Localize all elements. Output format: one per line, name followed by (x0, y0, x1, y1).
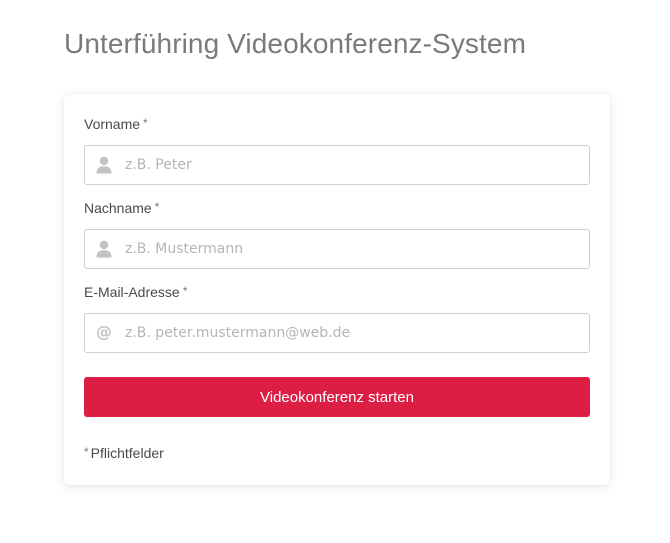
page-title: Unterführing Videokonferenz-System (64, 28, 527, 59)
required-marker: * (84, 445, 89, 459)
required-fields-note: * Pflichtfelder (84, 444, 164, 463)
last-name-input[interactable] (125, 230, 575, 268)
required-fields-text: Pflichtfelder (90, 445, 164, 461)
last-name-label: Nachname * (84, 199, 159, 218)
last-name-label-text: Nachname (84, 200, 152, 216)
email-label-text: E-Mail-Adresse (84, 284, 180, 300)
required-marker: * (154, 200, 160, 214)
at-icon: @ (96, 322, 112, 341)
email-label: E-Mail-Adresse * (84, 283, 187, 302)
form-card: Vorname* Nachname* E-Mail-Adresse* @ Vid… (64, 94, 610, 485)
first-name-label: Vorname * (84, 115, 148, 134)
last-name-field[interactable] (84, 229, 590, 269)
email-field[interactable]: @ (84, 313, 590, 353)
required-marker: * (182, 284, 188, 298)
first-name-field[interactable] (84, 145, 590, 185)
start-videoconference-button[interactable]: Videokonferenz starten (84, 377, 590, 417)
first-name-input[interactable] (125, 146, 575, 184)
user-icon (96, 156, 112, 174)
required-marker: * (143, 116, 148, 130)
first-name-label-text: Vorname (84, 116, 141, 132)
email-input[interactable] (125, 314, 575, 352)
user-icon (96, 240, 112, 258)
